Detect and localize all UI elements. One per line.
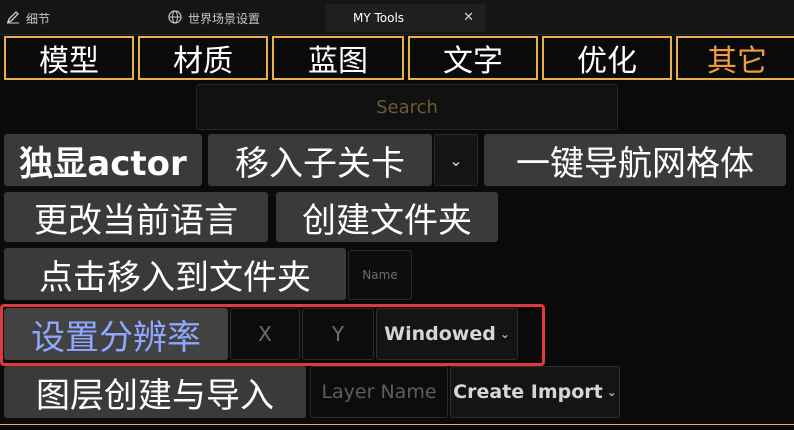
navmesh-oneclick-button[interactable]: 一键导航网格体 (484, 134, 786, 186)
bottom-divider (0, 424, 794, 430)
category-optimize[interactable]: 优化 (542, 36, 672, 80)
create-import-dropdown[interactable]: Create Import ⌄ (450, 366, 620, 418)
tab-label: MY Tools (353, 11, 405, 25)
tab-my-tools[interactable]: MY Tools ✕ (326, 4, 486, 32)
tab-label: 世界场景设置 (188, 11, 261, 26)
create-folder-button[interactable]: 创建文件夹 (276, 192, 498, 242)
chevron-down-icon: ⌄ (449, 150, 463, 170)
folder-name-input[interactable]: Name (348, 250, 412, 300)
isolate-actor-button[interactable]: 独显actor (4, 134, 202, 186)
category-model[interactable]: 模型 (4, 36, 134, 80)
resolution-x-input[interactable]: X (230, 308, 300, 360)
category-bar: 模型 材质 蓝图 文字 优化 其它 (0, 34, 794, 82)
set-resolution-button[interactable]: 设置分辨率 (4, 308, 228, 360)
chevron-down-icon: ⌄ (499, 327, 510, 341)
edit-icon (6, 10, 20, 27)
category-text[interactable]: 文字 (408, 36, 538, 80)
category-material[interactable]: 材质 (138, 36, 268, 80)
category-blueprint[interactable]: 蓝图 (272, 36, 404, 80)
chevron-down-icon: ⌄ (606, 385, 617, 399)
move-to-folder-button[interactable]: 点击移入到文件夹 (4, 248, 346, 300)
window-mode-label: Windowed (384, 323, 496, 345)
panel-tab-bar: 细节 世界场景设置 MY Tools ✕ (0, 0, 794, 35)
tab-details[interactable]: 细节 (6, 4, 126, 32)
tab-label: 细节 (26, 11, 51, 26)
sublevel-dropdown[interactable]: ⌄ (434, 134, 478, 186)
globe-icon (168, 9, 182, 27)
search-input[interactable]: Search (196, 84, 618, 130)
close-icon[interactable]: ✕ (463, 10, 474, 25)
resolution-y-input[interactable]: Y (302, 308, 374, 360)
category-other[interactable]: 其它 (676, 36, 794, 80)
change-language-button[interactable]: 更改当前语言 (4, 192, 268, 242)
move-to-sublevel-button[interactable]: 移入子关卡 (208, 134, 432, 186)
layer-create-import-button[interactable]: 图层创建与导入 (4, 366, 306, 418)
tab-world-settings[interactable]: 世界场景设置 (168, 4, 318, 32)
window-mode-dropdown[interactable]: Windowed ⌄ (376, 308, 518, 360)
create-import-label: Create Import (453, 381, 603, 403)
layer-name-input[interactable]: Layer Name (310, 366, 448, 418)
